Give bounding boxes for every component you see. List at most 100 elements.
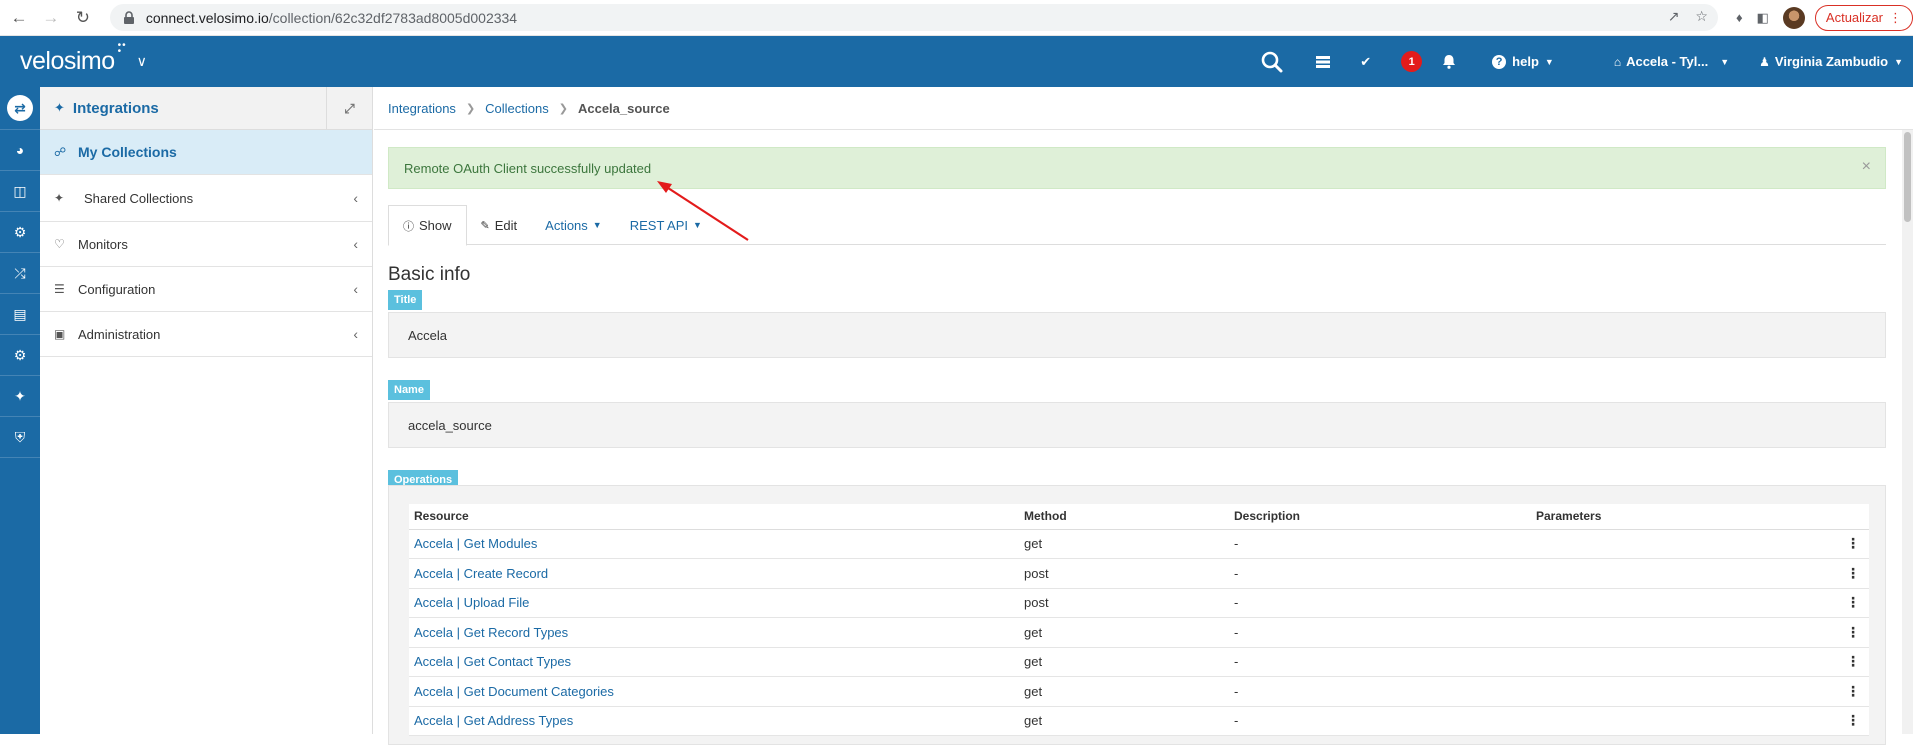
user-icon: ♟ xyxy=(1759,54,1770,69)
tab-rest-api-dropdown[interactable]: REST API ▼ xyxy=(616,205,716,245)
row-menu-icon[interactable]: ⋮ xyxy=(1829,647,1869,677)
close-icon[interactable]: × xyxy=(1862,158,1871,176)
resource-link-cell: Accela | Get Record Types xyxy=(409,617,1019,648)
row-menu-icon[interactable]: ⋮ xyxy=(1829,676,1869,707)
caret-down-icon: ▼ xyxy=(592,220,602,230)
back-icon[interactable]: ← xyxy=(6,5,32,31)
pencil-icon: ✎ xyxy=(480,219,490,232)
update-browser-button[interactable]: Actualizar ⋮ xyxy=(1814,4,1913,31)
sidebar-item-my-collections[interactable]: ☍ My Collections xyxy=(40,130,372,175)
dashboard-icon[interactable]: ◕ xyxy=(0,130,40,171)
row-menu-icon[interactable]: ⋮ xyxy=(1829,529,1869,559)
description-cell: - xyxy=(1229,676,1531,707)
sidebar: ✦ Integrations ⤢ ☍ My Collections ✦ Shared… xyxy=(40,87,373,734)
lock-icon: ▣ xyxy=(54,327,66,341)
scrollbar[interactable] xyxy=(1902,130,1913,734)
puzzle-icon[interactable]: ✦ xyxy=(0,376,40,417)
table-row: Accela | Get Modules get - ⋮ xyxy=(409,529,1869,559)
cube-icon[interactable]: ◫ xyxy=(0,171,40,212)
module-icon-bar: ⇄ ◕ ◫ ⚙ ⤮ ▤ ⚙ ✦ ⛨ xyxy=(0,87,40,734)
random-icon[interactable]: ⤮ xyxy=(0,253,40,294)
notification-count-badge[interactable]: 1 xyxy=(1401,51,1423,72)
bookmark-star-icon[interactable]: ☆ xyxy=(1695,8,1708,25)
operations-table: Resource Method Description Parameters A… xyxy=(409,504,1869,736)
resource-link[interactable]: Accela | Get Document Categories xyxy=(414,684,614,699)
method-cell: get xyxy=(1019,676,1229,707)
column-header-actions xyxy=(1829,504,1869,530)
integrations-module[interactable]: ⇄ xyxy=(0,87,40,130)
breadcrumb: Integrations ❯ Collections ❯ Accela_sour… xyxy=(374,87,1913,130)
velosimo-logo[interactable]: velosimo •• • xyxy=(20,41,126,76)
breadcrumb-separator: ❯ xyxy=(465,102,476,115)
cogs-icon[interactable]: ⚙ xyxy=(0,212,40,253)
inbox-icon[interactable] xyxy=(1316,55,1331,68)
resource-link[interactable]: Accela | Upload File xyxy=(414,595,529,610)
kebab-menu-icon: ⋮ xyxy=(1889,9,1902,25)
address-bar[interactable]: connect.velosimo.io/collection/62c32df27… xyxy=(109,4,1718,31)
resource-link[interactable]: Accela | Get Modules xyxy=(414,536,537,551)
tab-show[interactable]: ⓘ Show xyxy=(388,205,467,246)
parameters-cell xyxy=(1531,676,1829,707)
chevron-left-icon: ‹ xyxy=(353,236,358,252)
reload-icon[interactable]: ↻ xyxy=(70,5,96,31)
search-icon[interactable] xyxy=(1260,50,1284,74)
extensions-icon[interactable]: ♦ xyxy=(1736,10,1743,25)
method-cell: post xyxy=(1019,588,1229,618)
resource-link-cell: Accela | Upload File xyxy=(409,588,1019,618)
resource-link-cell: Accela | Get Document Categories xyxy=(409,676,1019,707)
bell-icon[interactable] xyxy=(1442,54,1456,69)
resource-link[interactable]: Accela | Get Contact Types xyxy=(414,654,571,669)
help-menu[interactable]: ? help ▼ xyxy=(1492,54,1554,69)
breadcrumb-integrations[interactable]: Integrations xyxy=(388,101,456,116)
name-label: Name xyxy=(388,380,430,400)
scrollbar-thumb[interactable] xyxy=(1904,132,1911,222)
tasks-check-icon[interactable]: ✔ xyxy=(1360,54,1371,70)
breadcrumb-collections[interactable]: Collections xyxy=(485,101,549,116)
sliders-icon: ☰ xyxy=(54,282,65,296)
collapse-pin-icon[interactable]: ⤢ xyxy=(326,87,372,130)
resource-link[interactable]: Accela | Create Record xyxy=(414,566,548,581)
breadcrumb-separator: ❯ xyxy=(558,102,568,115)
tab-actions-dropdown[interactable]: Actions ▼ xyxy=(531,205,616,245)
row-menu-icon[interactable]: ⋮ xyxy=(1829,706,1869,736)
table-row: Accela | Get Contact Types get - ⋮ xyxy=(409,647,1869,677)
parameters-cell xyxy=(1531,647,1829,677)
description-cell: - xyxy=(1229,558,1531,589)
tenant-menu[interactable]: ⌂ Accela - Tyl... ▼ xyxy=(1614,54,1729,69)
shield-icon[interactable]: ⛨ xyxy=(0,417,40,458)
success-alert: Remote OAuth Client successfully updated… xyxy=(388,147,1886,189)
chevron-down-icon[interactable]: ∨ xyxy=(137,53,147,70)
section-heading: Basic info xyxy=(388,264,471,285)
parameters-cell xyxy=(1531,588,1829,618)
sidebar-item-configuration[interactable]: ☰ Configuration ‹ xyxy=(40,267,372,312)
user-menu[interactable]: ♟ Virginia Zambudio ▼ xyxy=(1759,54,1903,69)
main-content: Integrations ❯ Collections ❯ Accela_sour… xyxy=(374,87,1913,745)
gear-icon[interactable]: ⚙ xyxy=(0,335,40,376)
lock-icon xyxy=(123,10,134,24)
title-field: Accela xyxy=(388,312,1886,358)
title-label: Title xyxy=(388,290,423,310)
description-cell: - xyxy=(1229,706,1531,736)
parameters-cell xyxy=(1531,529,1829,559)
forward-icon[interactable]: → xyxy=(38,5,64,31)
resource-link-cell: Accela | Get Modules xyxy=(409,529,1019,559)
share-icon[interactable]: ↗ xyxy=(1668,8,1680,25)
hdd-icon[interactable]: ▤ xyxy=(0,294,40,335)
puzzle-icon: ✦ xyxy=(54,100,65,115)
row-menu-icon[interactable]: ⋮ xyxy=(1829,617,1869,648)
chevron-left-icon: ‹ xyxy=(353,326,358,342)
puzzle-icon: ✦ xyxy=(54,191,65,205)
resource-link[interactable]: Accela | Get Record Types xyxy=(414,625,568,640)
side-panel-icon[interactable]: ◧ xyxy=(1757,10,1769,26)
caret-down-icon: ▼ xyxy=(693,220,702,230)
sidebar-item-administration[interactable]: ▣ Administration ‹ xyxy=(40,312,372,357)
operations-panel: Resource Method Description Parameters A… xyxy=(388,485,1886,745)
profile-avatar[interactable] xyxy=(1782,6,1805,29)
row-menu-icon[interactable]: ⋮ xyxy=(1829,588,1869,618)
row-menu-icon[interactable]: ⋮ xyxy=(1829,558,1869,589)
tab-edit[interactable]: ✎ Edit xyxy=(467,205,532,245)
sidebar-item-shared-collections[interactable]: ✦ Shared Collections ‹ xyxy=(40,175,372,222)
sidebar-item-monitors[interactable]: ♡ Monitors ‹ xyxy=(40,222,372,267)
method-cell: get xyxy=(1019,706,1229,736)
resource-link[interactable]: Accela | Get Address Types xyxy=(414,713,573,728)
